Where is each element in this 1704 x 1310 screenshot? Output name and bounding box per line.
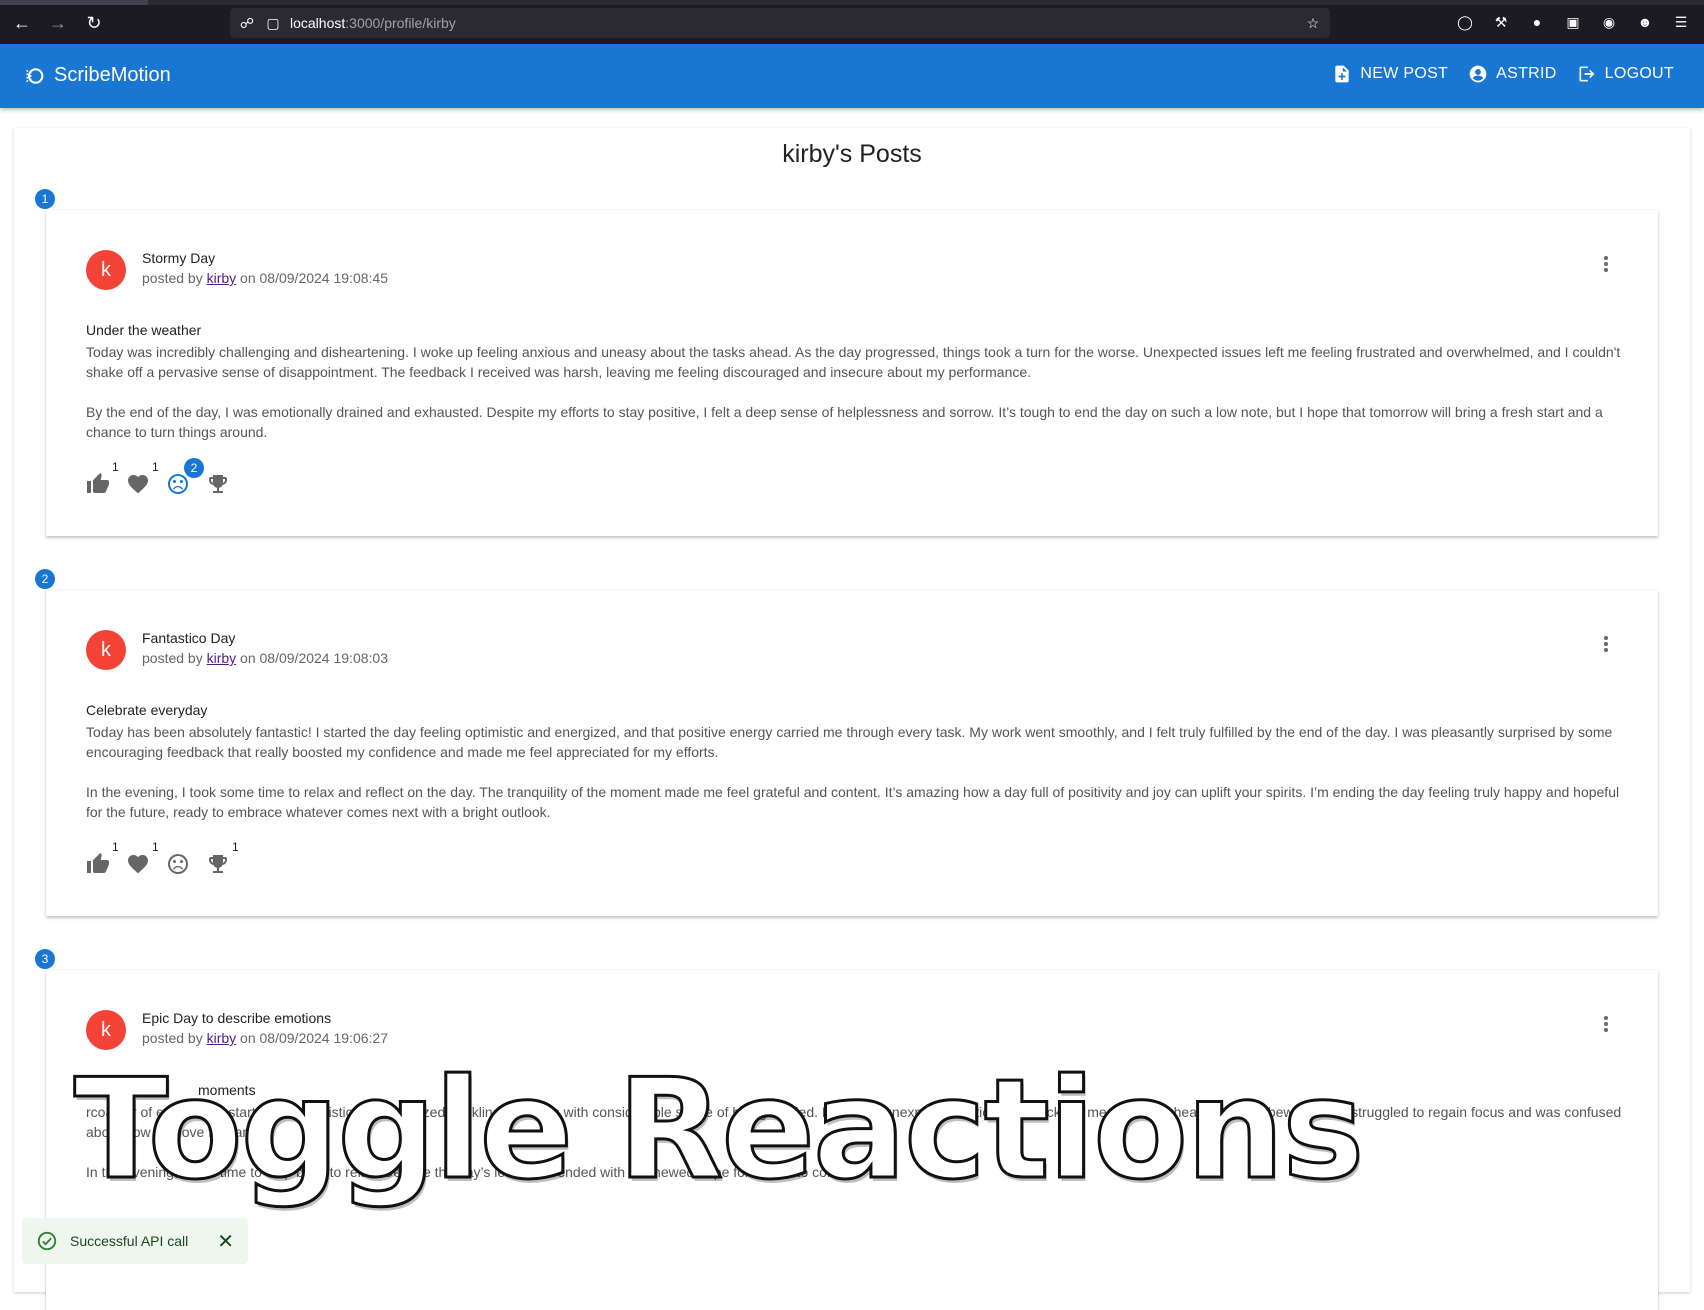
- account-avatar-icon[interactable]: ☻: [1636, 13, 1654, 31]
- post-number-badge: 1: [35, 189, 55, 209]
- trophy-icon: [209, 475, 227, 493]
- reactions-bar: 1 1 1: [86, 840, 239, 876]
- like-reaction-button[interactable]: 1: [86, 460, 119, 496]
- more-options-icon[interactable]: [1596, 1014, 1616, 1034]
- shield-icon[interactable]: ☍: [238, 14, 256, 32]
- address-bar[interactable]: ☍ ▢ localhost:3000/profile/kirby ☆: [230, 8, 1330, 38]
- active-tab[interactable]: [0, 0, 148, 5]
- brand-name: ScribeMotion: [54, 64, 171, 86]
- tab-strip: [0, 0, 1704, 5]
- page-info-icon[interactable]: ▢: [264, 14, 282, 32]
- trophy-icon: [209, 855, 227, 873]
- heart-icon: [128, 475, 148, 494]
- thumb-up-icon: [87, 473, 109, 493]
- sad-count-badge: 2: [184, 458, 204, 478]
- back-icon[interactable]: ←: [11, 12, 33, 34]
- like-count: 1: [112, 460, 119, 474]
- love-reaction-button[interactable]: 1: [126, 840, 159, 876]
- post-meta: posted by kirby on 08/09/2024 19:08:45: [142, 270, 388, 286]
- user-profile-button[interactable]: ASTRID: [1468, 64, 1556, 84]
- posted-by-text: posted by: [142, 270, 207, 286]
- trophy-count: 1: [232, 840, 239, 854]
- trophy-reaction-button[interactable]: [206, 472, 230, 496]
- extensions-icon[interactable]: ▣: [1564, 13, 1582, 31]
- post-number-badge: 2: [35, 569, 55, 589]
- menu-icon[interactable]: ☰: [1672, 13, 1690, 31]
- like-count: 1: [112, 840, 119, 854]
- app-bar: ScribeMotion NEW POST ASTRID LOGOUT: [0, 44, 1704, 108]
- logout-label: LOGOUT: [1604, 65, 1674, 82]
- post-card: k Fantastico Day posted by kirby on 08/0…: [46, 590, 1658, 916]
- post-subtitle: Celebrate everyday: [86, 702, 208, 718]
- avatar[interactable]: k: [86, 1010, 126, 1050]
- forward-icon[interactable]: →: [47, 12, 69, 34]
- trophy-reaction-button[interactable]: 1: [206, 840, 239, 876]
- post-date: on 08/09/2024 19:08:03: [236, 650, 388, 666]
- author-link[interactable]: kirby: [207, 650, 237, 666]
- url-path: :3000/profile/kirby: [345, 15, 456, 31]
- profile-extension-icon[interactable]: ◉: [1600, 13, 1618, 31]
- post-date: on 08/09/2024 19:06:27: [236, 1030, 388, 1046]
- posted-by-text: posted by: [142, 1030, 207, 1046]
- thumb-up-icon: [87, 853, 109, 873]
- post-paragraph: In the evening, I took some time to rela…: [86, 784, 1620, 820]
- reactions-bar: 1 1 2: [86, 458, 230, 496]
- overlay-caption: Toggle Reactions: [72, 1049, 1365, 1210]
- heart-icon: [128, 855, 148, 874]
- love-reaction-button[interactable]: 1: [126, 460, 159, 496]
- bookmark-star-icon[interactable]: ☆: [1304, 14, 1322, 32]
- url-text[interactable]: localhost:3000/profile/kirby: [290, 15, 456, 31]
- post-title: Fantastico Day: [142, 630, 236, 646]
- browser-toolbar: ← → ↻ ☍ ▢ localhost:3000/profile/kirby ☆…: [0, 0, 1704, 44]
- love-count: 1: [152, 460, 159, 474]
- logout-button[interactable]: LOGOUT: [1577, 64, 1674, 84]
- post-number-badge: 3: [35, 949, 55, 969]
- wrench-icon[interactable]: ⚒: [1492, 13, 1510, 31]
- extension-b-icon[interactable]: ●: [1528, 13, 1546, 31]
- close-icon[interactable]: ✕: [217, 1229, 234, 1254]
- user-name-label: ASTRID: [1496, 65, 1557, 82]
- post-paragraph: Today was incredibly challenging and dis…: [86, 344, 1621, 380]
- nav-actions: NEW POST ASTRID LOGOUT: [1332, 64, 1674, 84]
- author-link[interactable]: kirby: [207, 270, 237, 286]
- post-paragraph: By the end of the day, I was emotionally…: [86, 404, 1603, 440]
- pocket-icon[interactable]: ◯: [1456, 13, 1474, 31]
- logout-icon: [1579, 66, 1595, 82]
- post-date: on 08/09/2024 19:08:45: [236, 270, 388, 286]
- post-paragraph: Today has been absolutely fantastic! I s…: [86, 724, 1613, 760]
- author-link[interactable]: kirby: [207, 1030, 237, 1046]
- brand-logo-icon: [26, 67, 44, 84]
- snackbar-message: Successful API call: [70, 1233, 189, 1249]
- more-options-icon[interactable]: [1596, 254, 1616, 274]
- post-meta: posted by kirby on 08/09/2024 19:08:03: [142, 650, 388, 666]
- sad-face-icon: [168, 474, 188, 494]
- post-meta: posted by kirby on 08/09/2024 19:06:27: [142, 1030, 388, 1046]
- post-body: Today has been absolutely fantastic! I s…: [86, 722, 1626, 842]
- account-circle-icon: [1469, 65, 1487, 83]
- url-host: localhost: [290, 15, 346, 31]
- post-card: k Stormy Day posted by kirby on 08/09/20…: [46, 210, 1658, 536]
- post-title: Epic Day to describe emotions: [142, 1010, 332, 1026]
- new-post-button[interactable]: NEW POST: [1332, 64, 1448, 84]
- posted-by-text: posted by: [142, 650, 207, 666]
- brand[interactable]: ScribeMotion: [24, 64, 171, 87]
- more-options-icon[interactable]: [1596, 634, 1616, 654]
- sad-face-icon: [168, 854, 188, 874]
- post-add-icon: [1335, 65, 1350, 83]
- reload-icon[interactable]: ↻: [83, 12, 105, 34]
- success-snackbar: Successful API call ✕: [22, 1218, 248, 1264]
- check-circle-icon: [37, 1231, 57, 1251]
- post-title: Stormy Day: [142, 250, 216, 266]
- new-post-label: NEW POST: [1360, 65, 1449, 82]
- love-count: 1: [152, 840, 159, 854]
- avatar[interactable]: k: [86, 630, 126, 670]
- post-body: Today was incredibly challenging and dis…: [86, 342, 1626, 462]
- avatar[interactable]: k: [86, 250, 126, 290]
- like-reaction-button[interactable]: 1: [86, 840, 119, 876]
- page-title: kirby's Posts: [782, 140, 922, 168]
- sad-reaction-button[interactable]: 2: [166, 458, 204, 496]
- sad-reaction-button[interactable]: [166, 852, 190, 876]
- post-subtitle: Under the weather: [86, 322, 202, 338]
